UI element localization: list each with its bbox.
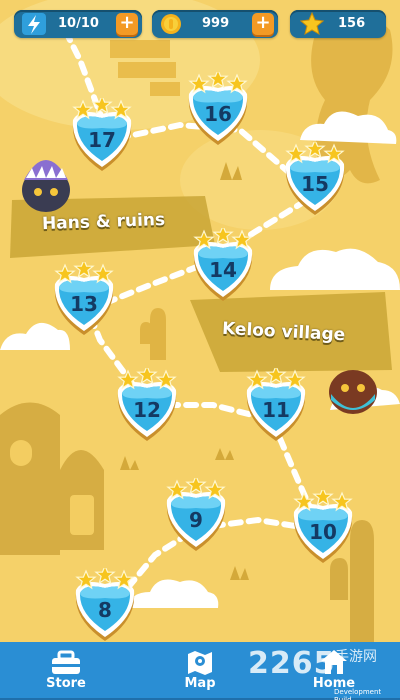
watermark-sub: 手游网 (335, 649, 377, 665)
level-map: Hans & ruins Keloo village 8 9 10 11 12 13 14 1… (0, 0, 400, 700)
level-star-icon (94, 568, 116, 585)
level-star-icon (73, 262, 95, 279)
level-star-icon (265, 368, 287, 385)
toolbox-icon (52, 650, 80, 674)
nav-map[interactable]: Map (164, 642, 236, 700)
star-counter: 156 (290, 10, 386, 38)
level-node[interactable]: 11 (241, 368, 311, 444)
level-star-icon (312, 490, 334, 507)
level-node[interactable]: 9 (161, 478, 231, 554)
level-node[interactable]: 15 (280, 142, 350, 218)
level-star-icon (212, 228, 234, 245)
level-number: 17 (88, 128, 116, 152)
level-node[interactable]: 12 (112, 368, 182, 444)
coin-counter: 999 + (152, 10, 278, 38)
nav-store-label: Store (46, 676, 86, 691)
level-number: 16 (204, 102, 232, 126)
level-star-icon (185, 478, 207, 495)
level-number: 15 (301, 172, 329, 196)
level-node[interactable]: 14 (188, 228, 258, 304)
coin-icon (161, 14, 181, 34)
watermark-logo: 2265 (248, 646, 336, 681)
level-star-icon (91, 98, 113, 115)
nav-store[interactable]: Store (30, 642, 102, 700)
star-icon (300, 12, 324, 36)
level-star-icon (136, 368, 158, 385)
level-node[interactable]: 13 (49, 262, 119, 338)
star-value: 156 (338, 16, 366, 31)
level-number: 12 (133, 398, 161, 422)
add-energy-button[interactable]: + (116, 13, 138, 35)
level-number: 9 (189, 508, 203, 532)
level-number: 10 (309, 520, 337, 544)
hans-character-icon[interactable] (18, 150, 74, 214)
level-number: 14 (209, 258, 237, 282)
add-coins-button[interactable]: + (252, 13, 274, 35)
level-number: 13 (70, 292, 98, 316)
level-node[interactable]: 17 (67, 98, 137, 174)
level-number: 8 (98, 598, 112, 622)
map-icon (188, 651, 212, 675)
development-build-label: Development Build (334, 688, 382, 700)
nav-map-label: Map (184, 676, 216, 691)
level-node[interactable]: 8 (70, 568, 140, 644)
level-star-icon (304, 142, 326, 159)
keloo-character-icon[interactable] (326, 364, 380, 416)
level-number: 11 (262, 398, 290, 422)
level-node[interactable]: 16 (183, 72, 253, 148)
lightning-icon (22, 13, 46, 35)
energy-counter: 10/10 + (14, 10, 142, 38)
level-star-icon (207, 72, 229, 89)
coin-value: 999 (202, 16, 230, 31)
energy-value: 10/10 (58, 16, 99, 31)
zone-label-hans-ruins: Hans & ruins (41, 209, 166, 235)
level-node[interactable]: 10 (288, 490, 358, 566)
